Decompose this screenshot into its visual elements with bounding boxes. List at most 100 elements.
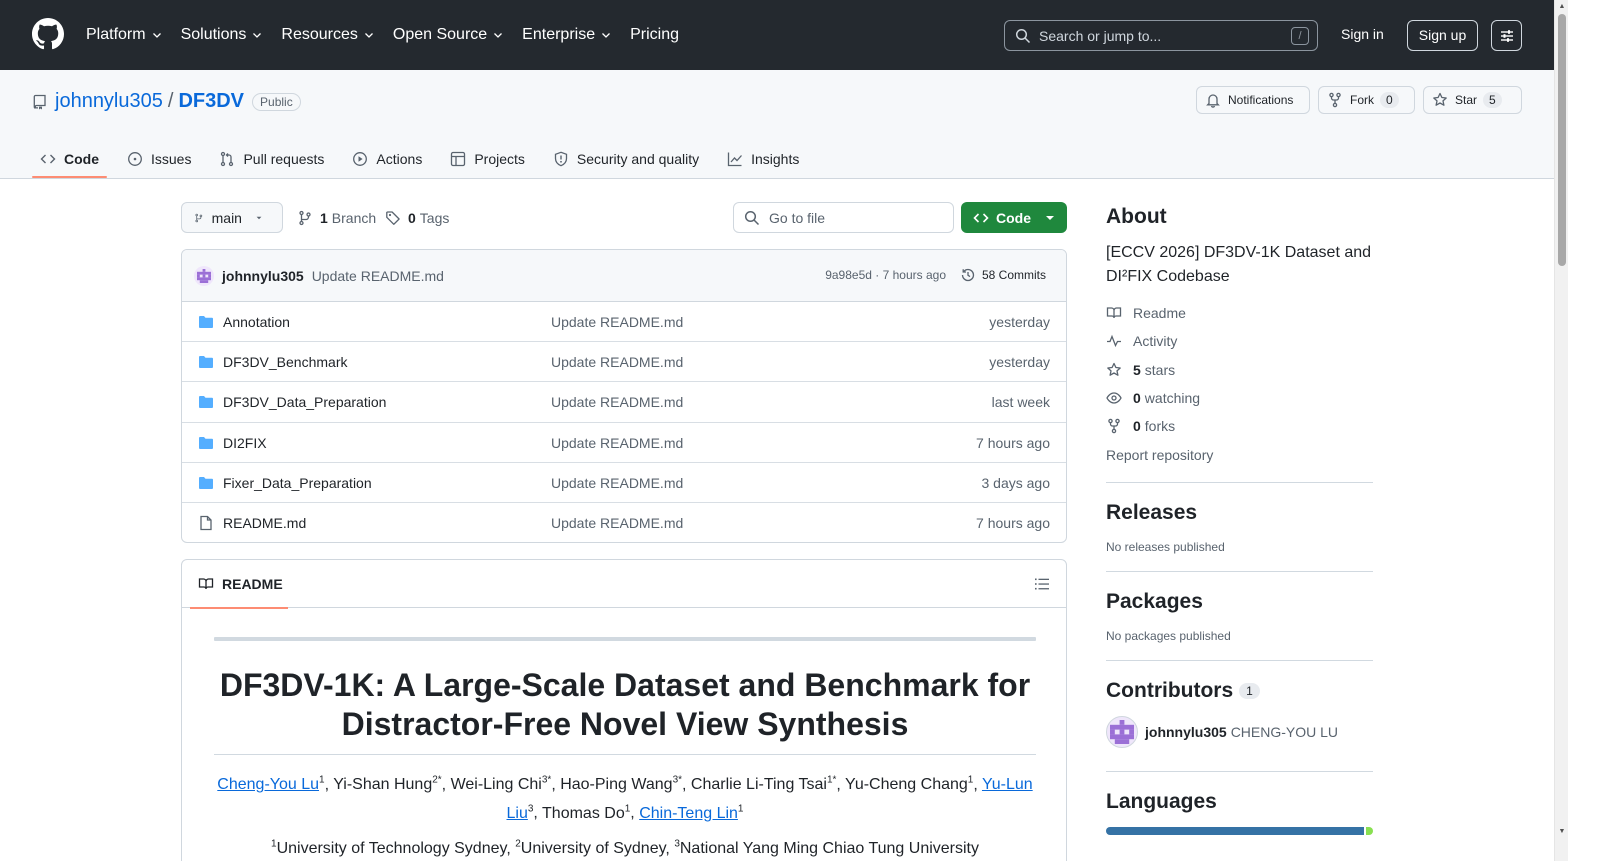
- commit-author-link[interactable]: johnnylu305: [222, 268, 304, 284]
- author: Charlie Li-Ting Tsai1*: [691, 775, 837, 793]
- global-nav-open-source[interactable]: Open Source: [393, 26, 504, 44]
- branch-selector[interactable]: main: [181, 202, 283, 233]
- global-nav-label: Enterprise: [522, 26, 596, 43]
- chevron-down-icon: [363, 29, 375, 41]
- readme-authors: Cheng-You Lu1, Yi-Shan Hung2*, Wei-Ling …: [217, 775, 1033, 822]
- readme-link[interactable]: Readme: [1106, 305, 1186, 321]
- outline-list-icon[interactable]: [1034, 576, 1050, 592]
- report-repository-link[interactable]: Report repository: [1106, 447, 1213, 463]
- author-affiliation-mark: 3*: [541, 775, 552, 786]
- page-scrollbar[interactable]: ▲ ▼: [1554, 0, 1568, 861]
- author-link[interactable]: Cheng-You Lu: [217, 776, 319, 793]
- code-dropdown-button[interactable]: Code: [961, 202, 1067, 233]
- commit-message-link[interactable]: Update README.md: [312, 268, 444, 284]
- author-affiliation-mark: 1: [319, 775, 325, 786]
- file-rows: Annotation Update README.md yesterday DF3DV…: [182, 302, 1066, 542]
- sign-up-button[interactable]: Sign up: [1407, 20, 1478, 51]
- repo-name-link[interactable]: DF3DV: [178, 90, 244, 113]
- scroll-up-arrow-icon[interactable]: ▲: [1558, 3, 1566, 11]
- command-palette-button[interactable]: [1491, 20, 1522, 51]
- author-name: Wei-Ling Chi: [450, 776, 542, 794]
- global-nav-solutions[interactable]: Solutions: [181, 26, 264, 44]
- commit-hash-link[interactable]: 9a98e5d: [825, 268, 872, 282]
- table-row[interactable]: Fixer_Data_Preparation Update README.md 3 …: [182, 463, 1066, 503]
- global-nav-pricing[interactable]: Pricing: [630, 26, 679, 44]
- stars-label: stars: [1144, 362, 1176, 378]
- tab-pull-requests[interactable]: Pull requests: [211, 140, 332, 178]
- affiliation-name: National Yang Ming Chiao Tung University: [679, 840, 979, 858]
- readme-tab[interactable]: README: [190, 560, 288, 609]
- tab-actions[interactable]: Actions: [344, 140, 430, 178]
- file-name-link[interactable]: DI2FIX: [223, 435, 267, 451]
- author-affiliation-mark: 3*: [672, 775, 683, 786]
- file-name-link[interactable]: README.md: [223, 515, 306, 531]
- fork-button[interactable]: Fork 0: [1318, 86, 1415, 114]
- contributor-item[interactable]: johnnylu305 CHENG-YOU LU: [1106, 716, 1338, 748]
- table-row[interactable]: README.md Update README.md 7 hours ago: [182, 503, 1066, 542]
- file-commit-message-link[interactable]: Update README.md: [551, 394, 683, 410]
- table-icon: [450, 151, 474, 167]
- contributors-heading[interactable]: Contributors 1: [1106, 679, 1373, 703]
- tab-projects[interactable]: Projects: [442, 140, 533, 178]
- star-button[interactable]: Star 5: [1423, 86, 1522, 114]
- folder-icon: [198, 314, 214, 330]
- commit-meta-separator: ·: [875, 268, 880, 282]
- global-nav-enterprise[interactable]: Enterprise: [522, 26, 612, 44]
- releases-empty-text: No releases published: [1106, 540, 1225, 554]
- global-nav-resources[interactable]: Resources: [281, 26, 374, 44]
- file-commit-message-link[interactable]: Update README.md: [551, 435, 683, 451]
- github-logo-icon[interactable]: [32, 18, 64, 50]
- global-nav-label: Open Source: [392, 26, 488, 43]
- star-icon: [1107, 362, 1121, 376]
- repo-icon: [33, 94, 46, 109]
- fork-icon: [1108, 418, 1120, 434]
- file-name-link[interactable]: DF3DV_Benchmark: [223, 354, 348, 370]
- watching-label: watching: [1144, 390, 1201, 406]
- table-row[interactable]: DF3DV_Data_Preparation Update README.md la…: [182, 382, 1066, 423]
- file-name-link[interactable]: DF3DV_Data_Preparation: [223, 394, 386, 410]
- avatar[interactable]: [1106, 716, 1138, 748]
- table-row[interactable]: Annotation Update README.md yesterday: [182, 302, 1066, 343]
- file-commit-message-link[interactable]: Update README.md: [551, 475, 683, 491]
- author[interactable]: Chin-Teng Lin1: [639, 803, 743, 822]
- tab-issues[interactable]: Issues: [119, 140, 199, 178]
- file-commit-message-link[interactable]: Update README.md: [551, 314, 683, 330]
- author-name: Yu-Cheng Chang: [845, 776, 968, 794]
- visibility-badge: Public: [252, 92, 301, 111]
- avatar[interactable]: [194, 265, 214, 286]
- packages-heading[interactable]: Packages: [1106, 590, 1373, 614]
- author-link[interactable]: Chin-Teng Lin: [639, 805, 738, 822]
- scroll-thumb[interactable]: [1558, 14, 1566, 266]
- file-commit-message-link[interactable]: Update README.md: [551, 354, 683, 370]
- file-commit-message-link[interactable]: Update README.md: [551, 515, 683, 531]
- tags-link[interactable]: 0 Tags: [385, 210, 449, 226]
- watching-count: 0: [1133, 390, 1141, 406]
- forks-link[interactable]: 0 forks: [1106, 418, 1175, 434]
- go-to-file-input[interactable]: Go to file: [733, 202, 954, 233]
- author[interactable]: Cheng-You Lu1: [217, 775, 325, 793]
- table-row[interactable]: DF3DV_Benchmark Update README.md yesterday: [182, 342, 1066, 383]
- commits-history-link[interactable]: 58 Commits: [960, 267, 1046, 283]
- commit-time: 7 hours ago: [882, 268, 946, 282]
- branches-link[interactable]: 1 Branch: [297, 210, 376, 226]
- tab-label: Security and quality: [576, 151, 700, 167]
- activity-link[interactable]: Activity: [1106, 333, 1177, 349]
- table-row[interactable]: DI2FIX Update README.md 7 hours ago: [182, 423, 1066, 463]
- repo-owner-link[interactable]: johnnylu305: [55, 90, 163, 113]
- file-name-link[interactable]: Fixer_Data_Preparation: [223, 475, 372, 491]
- stars-link[interactable]: 5 stars: [1106, 362, 1175, 378]
- file-name-link[interactable]: Annotation: [223, 314, 290, 330]
- author-affiliation-mark: 1*: [826, 775, 837, 786]
- watchers-link[interactable]: 0 watching: [1106, 390, 1200, 406]
- tab-insights[interactable]: Insights: [719, 140, 807, 178]
- tab-code[interactable]: Code: [32, 140, 107, 178]
- sidebar-divider: [1106, 571, 1373, 572]
- global-search-input[interactable]: Search or jump to... /: [1004, 20, 1318, 51]
- scroll-down-arrow-icon[interactable]: ▼: [1558, 828, 1566, 836]
- commit-meta: 9a98e5d · 7 hours ago: [825, 268, 946, 282]
- releases-heading[interactable]: Releases: [1106, 501, 1373, 525]
- tab-security-and-quality[interactable]: Security and quality: [545, 140, 707, 178]
- sign-in-link[interactable]: Sign in: [1341, 26, 1384, 42]
- notifications-button[interactable]: Notifications: [1196, 86, 1310, 114]
- global-nav-platform[interactable]: Platform: [86, 26, 163, 44]
